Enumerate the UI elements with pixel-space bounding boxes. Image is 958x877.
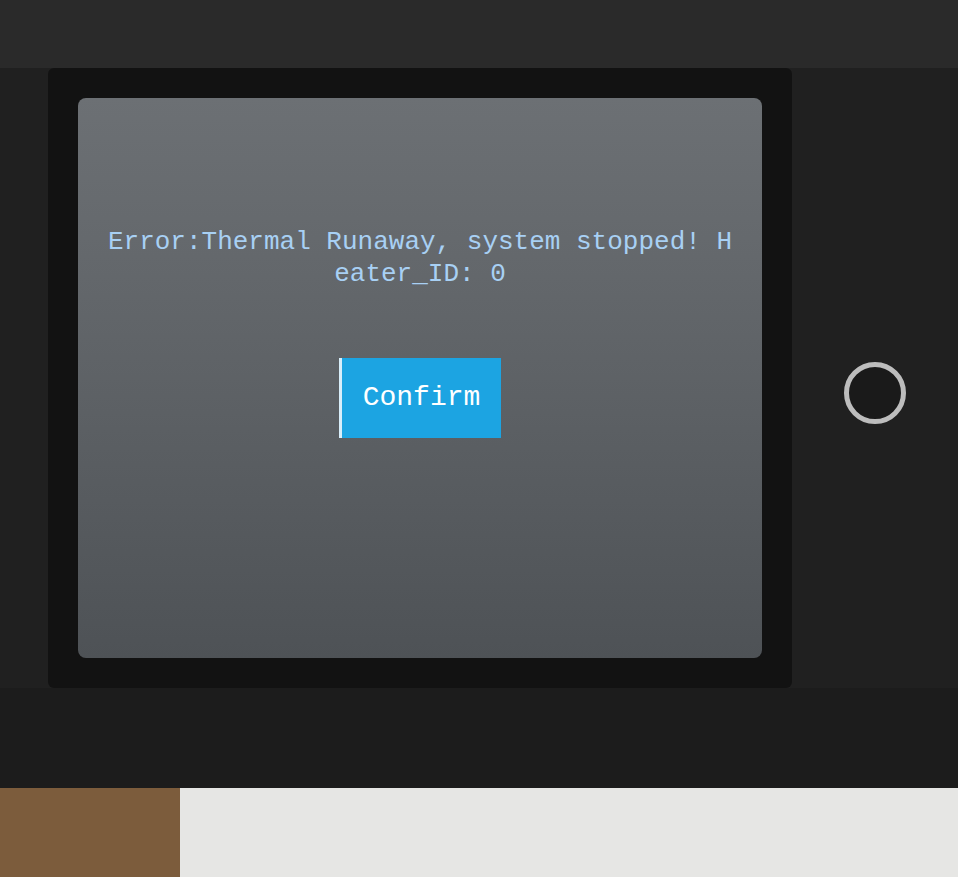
bezel-row: Error:Thermal Runaway, system stopped! H… (0, 68, 958, 688)
screen-frame: Error:Thermal Runaway, system stopped! H… (48, 68, 792, 688)
bottom-bezel (0, 688, 958, 788)
top-bezel (0, 0, 958, 68)
knob-icon[interactable] (844, 362, 906, 424)
wood-table (0, 788, 180, 877)
lcd-screen: Error:Thermal Runaway, system stopped! H… (78, 98, 762, 658)
error-message: Error:Thermal Runaway, system stopped! H… (104, 226, 736, 290)
table-surface (0, 788, 958, 877)
photo: Error:Thermal Runaway, system stopped! H… (0, 0, 958, 877)
paper-sheet (180, 788, 958, 877)
confirm-button[interactable]: Confirm (339, 358, 501, 438)
